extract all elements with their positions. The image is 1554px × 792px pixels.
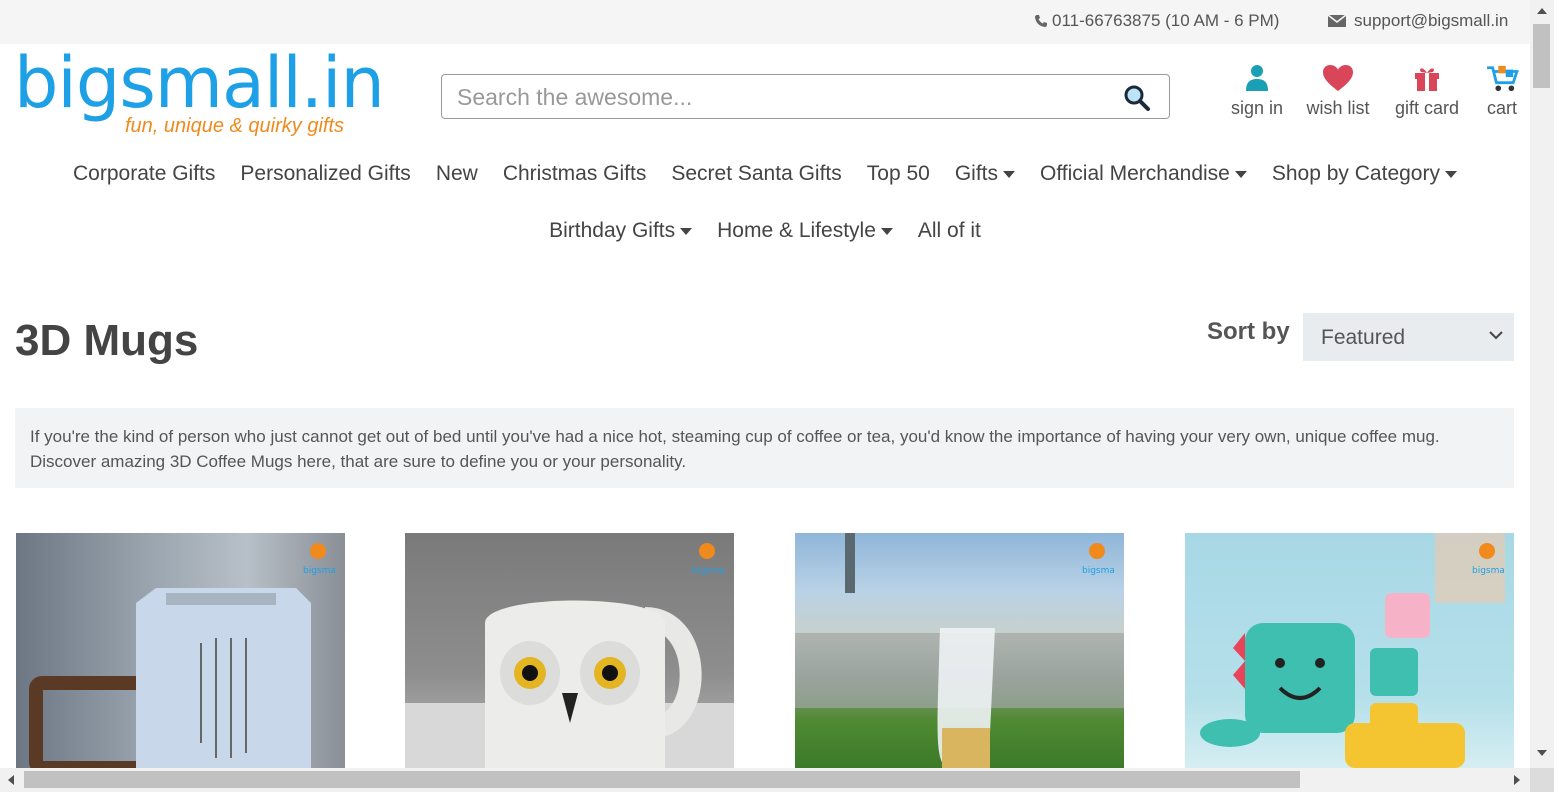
nav-personalized-gifts[interactable]: Personalized Gifts: [240, 162, 410, 186]
nav-label: Top 50: [866, 162, 930, 185]
vertical-scrollbar[interactable]: [1530, 0, 1554, 768]
caret-down-icon: [1003, 170, 1015, 178]
category-description: If you're the kind of person who just ca…: [15, 408, 1514, 488]
svg-text:bigsmall: bigsmall: [303, 566, 335, 576]
sort-select[interactable]: Featured: [1303, 313, 1514, 361]
product-image: [29, 588, 311, 768]
user-icon: [1246, 65, 1268, 91]
nav-new[interactable]: New: [436, 162, 478, 186]
search-input[interactable]: [457, 83, 1097, 111]
sign-in-label: sign in: [1230, 98, 1284, 118]
heart-icon: [1323, 65, 1353, 91]
gift-icon: [1415, 68, 1439, 91]
wish-list-link[interactable]: wish list: [1304, 64, 1372, 119]
page-title: 3D Mugs: [15, 316, 199, 365]
product-image: [1200, 533, 1505, 768]
nav-label: Shop by Category: [1271, 162, 1440, 185]
sign-in-link[interactable]: sign in: [1230, 64, 1284, 119]
product-image: [795, 533, 1124, 768]
nav-all-of-it[interactable]: All of it: [918, 219, 981, 243]
caret-down-icon: [1234, 170, 1247, 178]
page: 011-66763875 (10 AM - 6 PM) support@bigs…: [0, 0, 1554, 792]
scrollbar-corner: [1530, 768, 1554, 792]
nav-label: Home & Lifestyle: [717, 219, 876, 242]
logo-brand: bigsmall.in: [14, 42, 385, 124]
nav-label: Secret Santa Gifts: [671, 162, 842, 185]
brand-badge-icon: bigsmall: [1472, 543, 1504, 576]
site-logo[interactable]: bigsmall.in fun, unique & quirky gifts: [14, 42, 385, 143]
nav-shop-by-category[interactable]: Shop by Category: [1272, 162, 1457, 186]
svg-text:bigsmall: bigsmall: [1472, 566, 1504, 576]
product-card-boot-glass[interactable]: bigsmall: [795, 533, 1124, 768]
nav-secret-santa-gifts[interactable]: Secret Santa Gifts: [671, 162, 841, 186]
vertical-scroll-thumb[interactable]: [1533, 24, 1550, 88]
brand-badge-icon: bigsmall: [1082, 543, 1114, 576]
email-contact[interactable]: support@bigsmall.in: [1328, 11, 1508, 31]
product-image: [405, 600, 734, 768]
product-card-dino-set[interactable]: bigsmall: [1185, 533, 1514, 768]
sort-value: Featured: [1321, 326, 1406, 349]
nav-label: All of it: [917, 219, 981, 242]
main-nav-row-2: Birthday Gifts Home & Lifestyle All of i…: [0, 219, 1530, 243]
nav-label: Official Merchandise: [1040, 162, 1230, 185]
envelope-icon: [1328, 14, 1346, 27]
caret-down-icon: [880, 227, 893, 235]
wish-list-label: wish list: [1306, 98, 1370, 118]
nav-label: Corporate Gifts: [73, 162, 216, 185]
nav-top-50[interactable]: Top 50: [867, 162, 930, 186]
scroll-right-icon[interactable]: [1514, 775, 1520, 785]
nav-label: Birthday Gifts: [549, 219, 676, 242]
product-card-thor-mug[interactable]: bigsmall: [16, 533, 345, 768]
search-box: [441, 74, 1170, 119]
nav-christmas-gifts[interactable]: Christmas Gifts: [503, 162, 647, 186]
logo-tagline: fun, unique & quirky gifts: [125, 115, 345, 137]
nav-corporate-gifts[interactable]: Corporate Gifts: [73, 162, 215, 186]
top-bar: 011-66763875 (10 AM - 6 PM) support@bigs…: [0, 0, 1530, 44]
chevron-down-icon: [1489, 331, 1503, 340]
brand-badge-icon: bigsmall: [692, 543, 724, 576]
phone-text: 011-66763875 (10 AM - 6 PM): [1052, 11, 1280, 30]
phone-contact[interactable]: 011-66763875 (10 AM - 6 PM): [1034, 11, 1279, 31]
search-icon[interactable]: [1123, 84, 1151, 112]
scroll-down-icon[interactable]: [1537, 750, 1547, 756]
nav-label: Gifts: [954, 162, 998, 185]
phone-icon: [1035, 15, 1047, 27]
cart-label: cart: [1486, 98, 1517, 118]
svg-text:bigsmall: bigsmall: [692, 566, 724, 576]
scroll-up-icon[interactable]: [1537, 8, 1547, 14]
caret-down-icon: [680, 227, 693, 235]
nav-birthday-gifts[interactable]: Birthday Gifts: [549, 219, 693, 243]
horizontal-scroll-thumb[interactable]: [24, 771, 1300, 788]
email-text: support@bigsmall.in: [1354, 11, 1509, 30]
nav-label: New: [435, 162, 478, 185]
main-nav-row-1: Corporate Gifts Personalized Gifts New C…: [0, 162, 1530, 186]
sort-label: Sort by: [1207, 318, 1290, 345]
nav-gifts[interactable]: Gifts: [955, 162, 1015, 186]
scroll-left-icon[interactable]: [8, 775, 14, 785]
svg-text:bigsmall: bigsmall: [1082, 566, 1114, 576]
gift-card-link[interactable]: gift card: [1392, 64, 1462, 119]
horizontal-scrollbar[interactable]: [0, 768, 1530, 792]
cart-icon: [1487, 65, 1519, 92]
product-card-owl-mug[interactable]: bigsmall: [405, 533, 734, 768]
nav-official-merchandise[interactable]: Official Merchandise: [1040, 162, 1247, 186]
gift-card-label: gift card: [1394, 98, 1460, 118]
nav-label: Christmas Gifts: [502, 162, 647, 185]
nav-home-lifestyle[interactable]: Home & Lifestyle: [717, 219, 893, 243]
caret-down-icon: [1444, 170, 1457, 178]
nav-label: Personalized Gifts: [240, 162, 411, 185]
brand-badge-icon: bigsmall: [303, 543, 335, 576]
cart-link[interactable]: cart: [1480, 64, 1524, 119]
